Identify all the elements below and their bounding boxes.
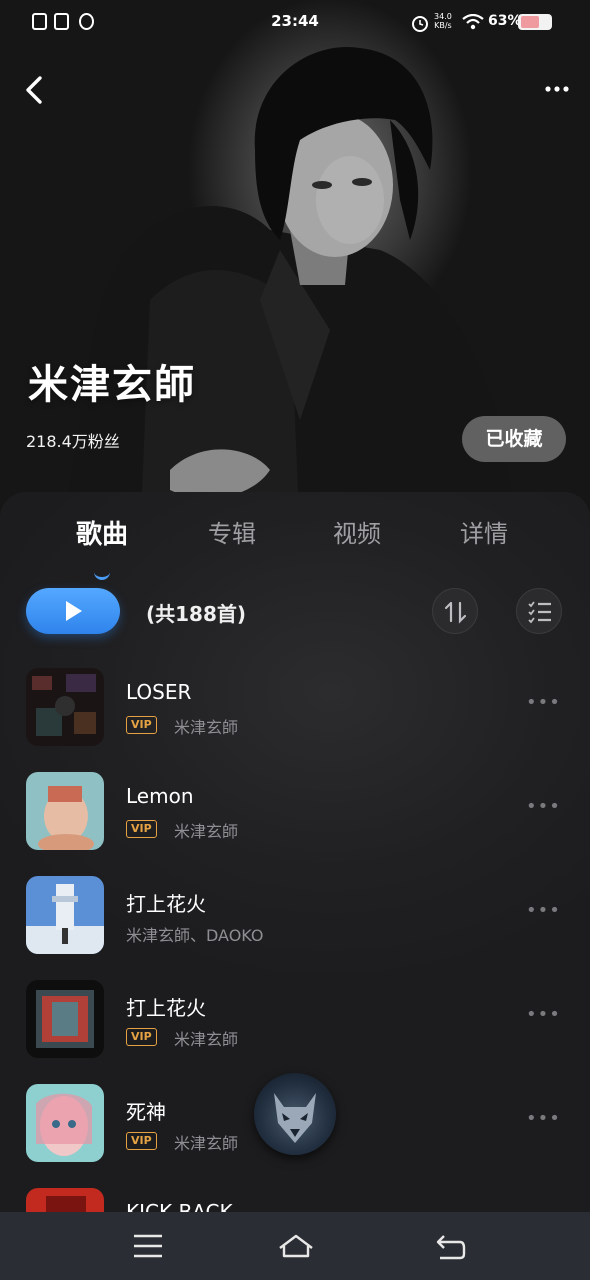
back-button[interactable]: [18, 72, 54, 108]
vip-badge: VIP: [126, 1028, 157, 1046]
song-row[interactable]: LOSER VIP 米津玄師 •••: [0, 662, 590, 766]
album-cover: [26, 772, 104, 850]
song-more-button[interactable]: •••: [526, 1004, 561, 1025]
sort-icon: [444, 601, 467, 624]
checklist-icon: [528, 601, 551, 624]
follower-count: 218.4万粉丝: [26, 432, 120, 451]
artist-page: 23:44 34.0 KB/s 63% 米津玄師 218.4万粉丝 已收藏 歌曲…: [0, 0, 590, 1280]
tab-details[interactable]: 详情: [460, 514, 508, 549]
album-cover: [26, 876, 104, 954]
song-row[interactable]: 打上花火 VIP 米津玄師 •••: [0, 974, 590, 1078]
battery-percent: 63%: [488, 13, 522, 29]
home-icon: [279, 1234, 313, 1258]
play-all-button[interactable]: [26, 588, 120, 634]
song-more-button[interactable]: •••: [526, 796, 561, 817]
alarm-icon: [412, 16, 428, 32]
song-title: 打上花火: [126, 996, 206, 1020]
net-speed-unit: KB/s: [434, 21, 452, 30]
multi-select-button[interactable]: [516, 588, 562, 634]
artist-hero-photo: 23:44 34.0 KB/s 63% 米津玄師 218.4万粉丝 已收藏: [0, 0, 590, 540]
play-icon: [66, 601, 82, 621]
more-options-button[interactable]: [544, 80, 570, 100]
system-nav-bar: [0, 1212, 590, 1280]
vip-badge: VIP: [126, 820, 157, 838]
active-tab-indicator: [94, 572, 110, 580]
battery-icon: [518, 14, 552, 30]
song-count: (共188首): [146, 602, 247, 626]
wolf-avatar-icon: [274, 1093, 316, 1143]
song-more-button[interactable]: •••: [526, 692, 561, 713]
song-row[interactable]: 打上花火 米津玄師、DAOKO •••: [0, 870, 590, 974]
song-artist: 米津玄師、DAOKO: [126, 926, 264, 945]
album-cover: [26, 668, 104, 746]
battery-fill: [521, 16, 539, 28]
net-speed: 34.0 KB/s: [434, 12, 452, 30]
tab-bar: 歌曲 专辑 视频 详情: [0, 514, 590, 580]
album-cover: [26, 980, 104, 1058]
tab-videos[interactable]: 视频: [333, 514, 381, 549]
favorite-button[interactable]: 已收藏: [462, 416, 566, 462]
song-artist: 米津玄師: [174, 718, 239, 737]
status-bar: 23:44 34.0 KB/s 63%: [0, 0, 590, 46]
mini-player-avatar[interactable]: [254, 1073, 336, 1155]
tab-songs[interactable]: 歌曲: [76, 514, 128, 551]
artist-name: 米津玄師: [28, 362, 196, 408]
home-button[interactable]: [276, 1230, 316, 1262]
back-nav-button[interactable]: [432, 1230, 468, 1262]
song-title: Lemon: [126, 784, 194, 808]
menu-icon: [134, 1234, 162, 1258]
song-artist: 米津玄師: [174, 1134, 239, 1153]
song-row[interactable]: Lemon VIP 米津玄師 •••: [0, 766, 590, 870]
song-more-button[interactable]: •••: [526, 1108, 561, 1129]
song-title: LOSER: [126, 680, 192, 704]
song-title: 打上花火: [126, 892, 206, 916]
song-more-button[interactable]: •••: [526, 900, 561, 921]
wifi-icon: [462, 14, 484, 30]
tab-albums[interactable]: 专辑: [208, 514, 256, 549]
album-cover: [26, 1084, 104, 1162]
sort-button[interactable]: [432, 588, 478, 634]
vip-badge: VIP: [126, 716, 157, 734]
chevron-left-icon: [26, 76, 42, 104]
song-artist: 米津玄師: [174, 1030, 239, 1049]
song-title: 死神: [126, 1100, 166, 1124]
more-horizontal-icon: [545, 86, 569, 92]
song-artist: 米津玄師: [174, 822, 239, 841]
menu-button[interactable]: [130, 1230, 166, 1262]
net-speed-value: 34.0: [434, 12, 452, 21]
return-icon: [436, 1235, 466, 1260]
vip-badge: VIP: [126, 1132, 157, 1150]
